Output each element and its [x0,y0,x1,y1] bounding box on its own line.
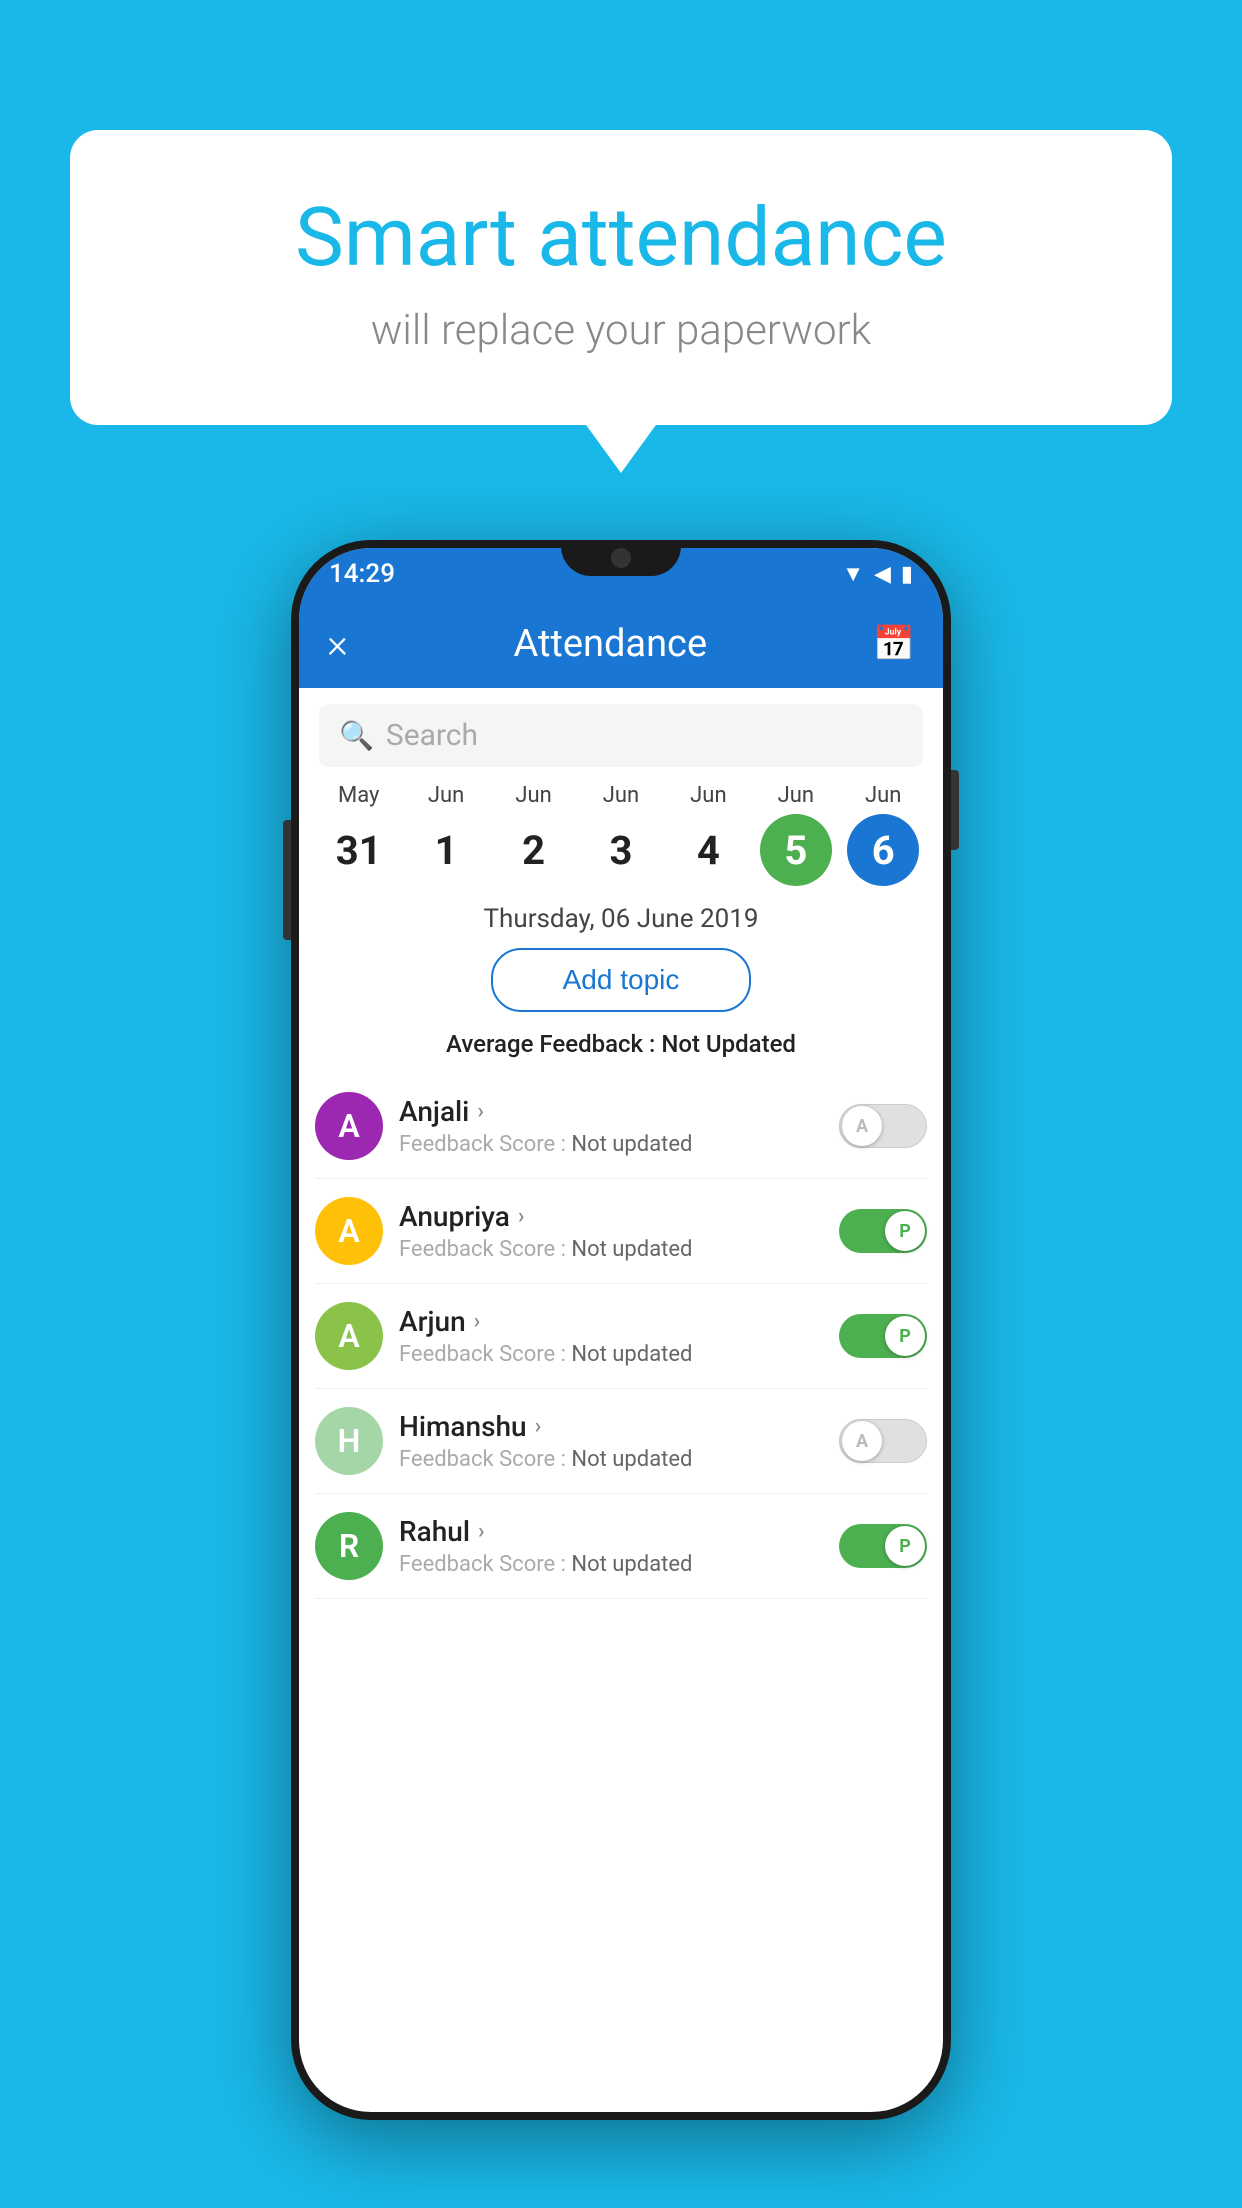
calendar-day[interactable]: Jun 3 [585,783,657,886]
signal-icon: ◀ [874,562,891,587]
search-input[interactable]: Search [386,718,478,753]
attendance-toggle[interactable]: P [839,1314,927,1358]
student-list: AAnjali ›Feedback Score : Not updatedAAA… [299,1074,943,1599]
wifi-icon: ▼ [842,561,864,587]
cal-month-label: Jun [690,783,726,808]
student-avatar: A [315,1302,383,1370]
student-name: Himanshu › [399,1410,823,1443]
power-button [951,770,959,850]
cal-date-number[interactable]: 6 [847,814,919,886]
chevron-right-icon: › [518,1204,525,1229]
toggle-knob: P [885,1526,925,1566]
calendar-day[interactable]: Jun 1 [410,783,482,886]
search-bar[interactable]: 🔍 Search [319,704,923,767]
cal-month-label: Jun [428,783,464,808]
cal-date-number[interactable]: 3 [585,814,657,886]
student-avatar: A [315,1092,383,1160]
student-avatar: R [315,1512,383,1580]
student-name: Anupriya › [399,1200,823,1233]
toggle-switch[interactable]: A [839,1104,927,1148]
student-name: Anjali › [399,1095,823,1128]
calendar-icon[interactable]: 📅 [873,624,915,664]
toggle-knob: A [842,1421,882,1461]
avg-feedback-label: Average Feedback : [446,1030,661,1058]
speech-title: Smart attendance [150,190,1092,286]
battery-icon: ▮ [901,562,913,587]
phone-device: 14:29 ▼ ◀ ▮ × Attendance 📅 🔍 Search May 3… [291,540,951,2120]
chevron-right-icon: › [477,1099,484,1124]
student-name: Rahul › [399,1515,823,1548]
front-camera [611,548,631,568]
chevron-right-icon: › [535,1414,542,1439]
calendar-day[interactable]: Jun 4 [672,783,744,886]
attendance-toggle[interactable]: A [839,1104,927,1148]
cal-month-label: Jun [603,783,639,808]
toggle-switch[interactable]: P [839,1209,927,1253]
speech-bubble-wrapper: Smart attendance will replace your paper… [70,130,1172,425]
toggle-switch[interactable]: P [839,1314,927,1358]
phone-wrapper: 14:29 ▼ ◀ ▮ × Attendance 📅 🔍 Search May 3… [88,540,1154,2120]
student-name: Arjun › [399,1305,823,1338]
calendar-day[interactable]: Jun 5 [760,783,832,886]
speech-bubble: Smart attendance will replace your paper… [70,130,1172,425]
app-bar-title: Attendance [368,622,853,666]
student-avatar: H [315,1407,383,1475]
app-bar: × Attendance 📅 [299,600,943,688]
avg-feedback-value: Not Updated [661,1030,796,1058]
calendar-day[interactable]: Jun 2 [498,783,570,886]
student-feedback-score: Feedback Score : Not updated [399,1552,823,1577]
student-item[interactable]: A Arjun › Feedback Score : Not updated P [315,1284,927,1389]
close-button[interactable]: × [327,624,348,664]
toggle-knob: P [885,1316,925,1356]
cal-month-label: Jun [865,783,901,808]
student-info: Anupriya › Feedback Score : Not updated [399,1200,823,1262]
selected-date-header: Thursday, 06 June 2019 [299,904,943,934]
cal-date-number[interactable]: 5 [760,814,832,886]
toggle-knob: P [885,1211,925,1251]
cal-month-label: Jun [778,783,814,808]
cal-date-number[interactable]: 2 [498,814,570,886]
chevron-right-icon: › [478,1519,485,1544]
calendar-day[interactable]: May 31 [323,783,395,886]
attendance-toggle[interactable]: P [839,1209,927,1253]
status-icons: ▼ ◀ ▮ [842,561,913,587]
student-item[interactable]: R Rahul › Feedback Score : Not updated P [315,1494,927,1599]
cal-date-number[interactable]: 1 [410,814,482,886]
student-info: Anjali › Feedback Score : Not updated [399,1095,823,1157]
cal-date-number[interactable]: 31 [323,814,395,886]
student-item[interactable]: A Anupriya › Feedback Score : Not updated P [315,1179,927,1284]
calendar-row: May 31 Jun 1 Jun 2 Jun 3 Jun 4 Jun 5 Jun 6 [299,783,943,886]
phone-notch [561,540,681,576]
toggle-knob: A [842,1106,882,1146]
status-time: 14:29 [329,559,395,589]
phone-screen: 14:29 ▼ ◀ ▮ × Attendance 📅 🔍 Search May 3… [299,548,943,2112]
cal-date-number[interactable]: 4 [672,814,744,886]
student-avatar: A [315,1197,383,1265]
student-feedback-score: Feedback Score : Not updated [399,1342,823,1367]
student-item[interactable]: H Himanshu › Feedback Score : Not updated A [315,1389,927,1494]
attendance-toggle[interactable]: A [839,1419,927,1463]
calendar-day[interactable]: Jun 6 [847,783,919,886]
search-icon: 🔍 [339,719,374,752]
attendance-toggle[interactable]: P [839,1524,927,1568]
student-info: Arjun › Feedback Score : Not updated [399,1305,823,1367]
speech-subtitle: will replace your paperwork [150,306,1092,355]
toggle-switch[interactable]: P [839,1524,927,1568]
student-feedback-score: Feedback Score : Not updated [399,1447,823,1472]
add-topic-button[interactable]: Add topic [491,948,751,1012]
volume-button [283,820,291,940]
avg-feedback: Average Feedback : Not Updated [299,1030,943,1058]
student-feedback-score: Feedback Score : Not updated [399,1237,823,1262]
student-info: Rahul › Feedback Score : Not updated [399,1515,823,1577]
cal-month-label: Jun [515,783,551,808]
toggle-switch[interactable]: A [839,1419,927,1463]
student-info: Himanshu › Feedback Score : Not updated [399,1410,823,1472]
chevron-right-icon: › [474,1309,481,1334]
student-feedback-score: Feedback Score : Not updated [399,1132,823,1157]
student-item[interactable]: A Anjali › Feedback Score : Not updated A [315,1074,927,1179]
cal-month-label: May [338,783,379,808]
